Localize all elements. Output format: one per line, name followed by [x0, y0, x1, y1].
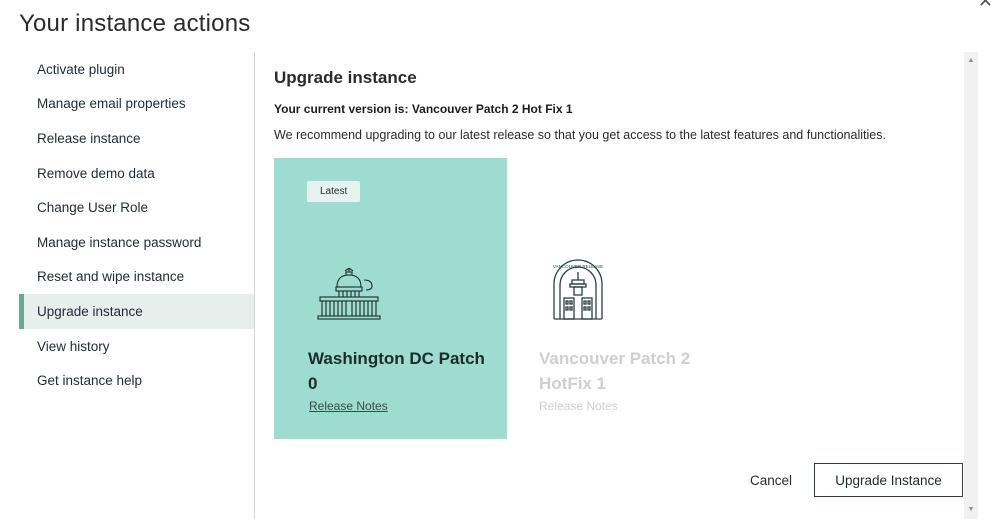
- current-version-text: Your current version is: Vancouver Patch…: [274, 102, 573, 116]
- release-card-vancouver[interactable]: VANCOUVER RELEASE Vancouver Patch 2 HotF…: [507, 158, 740, 439]
- sidebar-divider: [254, 52, 255, 519]
- sidebar-item-upgrade-instance[interactable]: Upgrade instance: [19, 294, 254, 329]
- sidebar-item-activate-plugin[interactable]: Activate plugin: [19, 52, 254, 87]
- release-notes-link[interactable]: Release Notes: [309, 399, 388, 413]
- vancouver-release-seal-icon: VANCOUVER RELEASE: [553, 259, 603, 320]
- latest-badge: Latest: [307, 181, 361, 202]
- sidebar-item-release-instance[interactable]: Release instance: [19, 121, 254, 156]
- sidebar-item-get-instance-help[interactable]: Get instance help: [19, 363, 254, 398]
- actions-sidebar: Activate plugin Manage email properties …: [19, 52, 254, 398]
- capitol-building-icon: [317, 268, 381, 320]
- svg-text:VANCOUVER RELEASE: VANCOUVER RELEASE: [553, 264, 603, 269]
- sidebar-item-change-user-role[interactable]: Change User Role: [19, 190, 254, 225]
- release-name: Washington DC Patch 0: [308, 349, 485, 393]
- release-card-washington-dc[interactable]: Latest Washington DC Patch 0 Release Not…: [274, 158, 507, 439]
- sidebar-item-remove-demo-data[interactable]: Remove demo data: [19, 156, 254, 191]
- scroll-up-icon[interactable]: ▲: [964, 54, 978, 68]
- page-title: Your instance actions: [19, 10, 251, 37]
- scroll-down-icon[interactable]: ▼: [964, 503, 978, 517]
- sidebar-item-manage-email-properties[interactable]: Manage email properties: [19, 87, 254, 122]
- sidebar-item-manage-instance-password[interactable]: Manage instance password: [19, 225, 254, 260]
- release-notes-link[interactable]: Release Notes: [539, 399, 618, 413]
- cancel-button[interactable]: Cancel: [736, 463, 806, 497]
- scrollbar[interactable]: ▲ ▼: [964, 52, 978, 519]
- close-icon[interactable]: ✕: [978, 0, 993, 10]
- release-name: Vancouver Patch 2 HotFix 1: [539, 349, 691, 393]
- recommendation-text: We recommend upgrading to our latest rel…: [274, 128, 886, 142]
- sidebar-item-view-history[interactable]: View history: [19, 329, 254, 364]
- sidebar-item-reset-and-wipe-instance[interactable]: Reset and wipe instance: [19, 260, 254, 295]
- upgrade-instance-button[interactable]: Upgrade Instance: [814, 463, 963, 497]
- section-title: Upgrade instance: [274, 68, 417, 87]
